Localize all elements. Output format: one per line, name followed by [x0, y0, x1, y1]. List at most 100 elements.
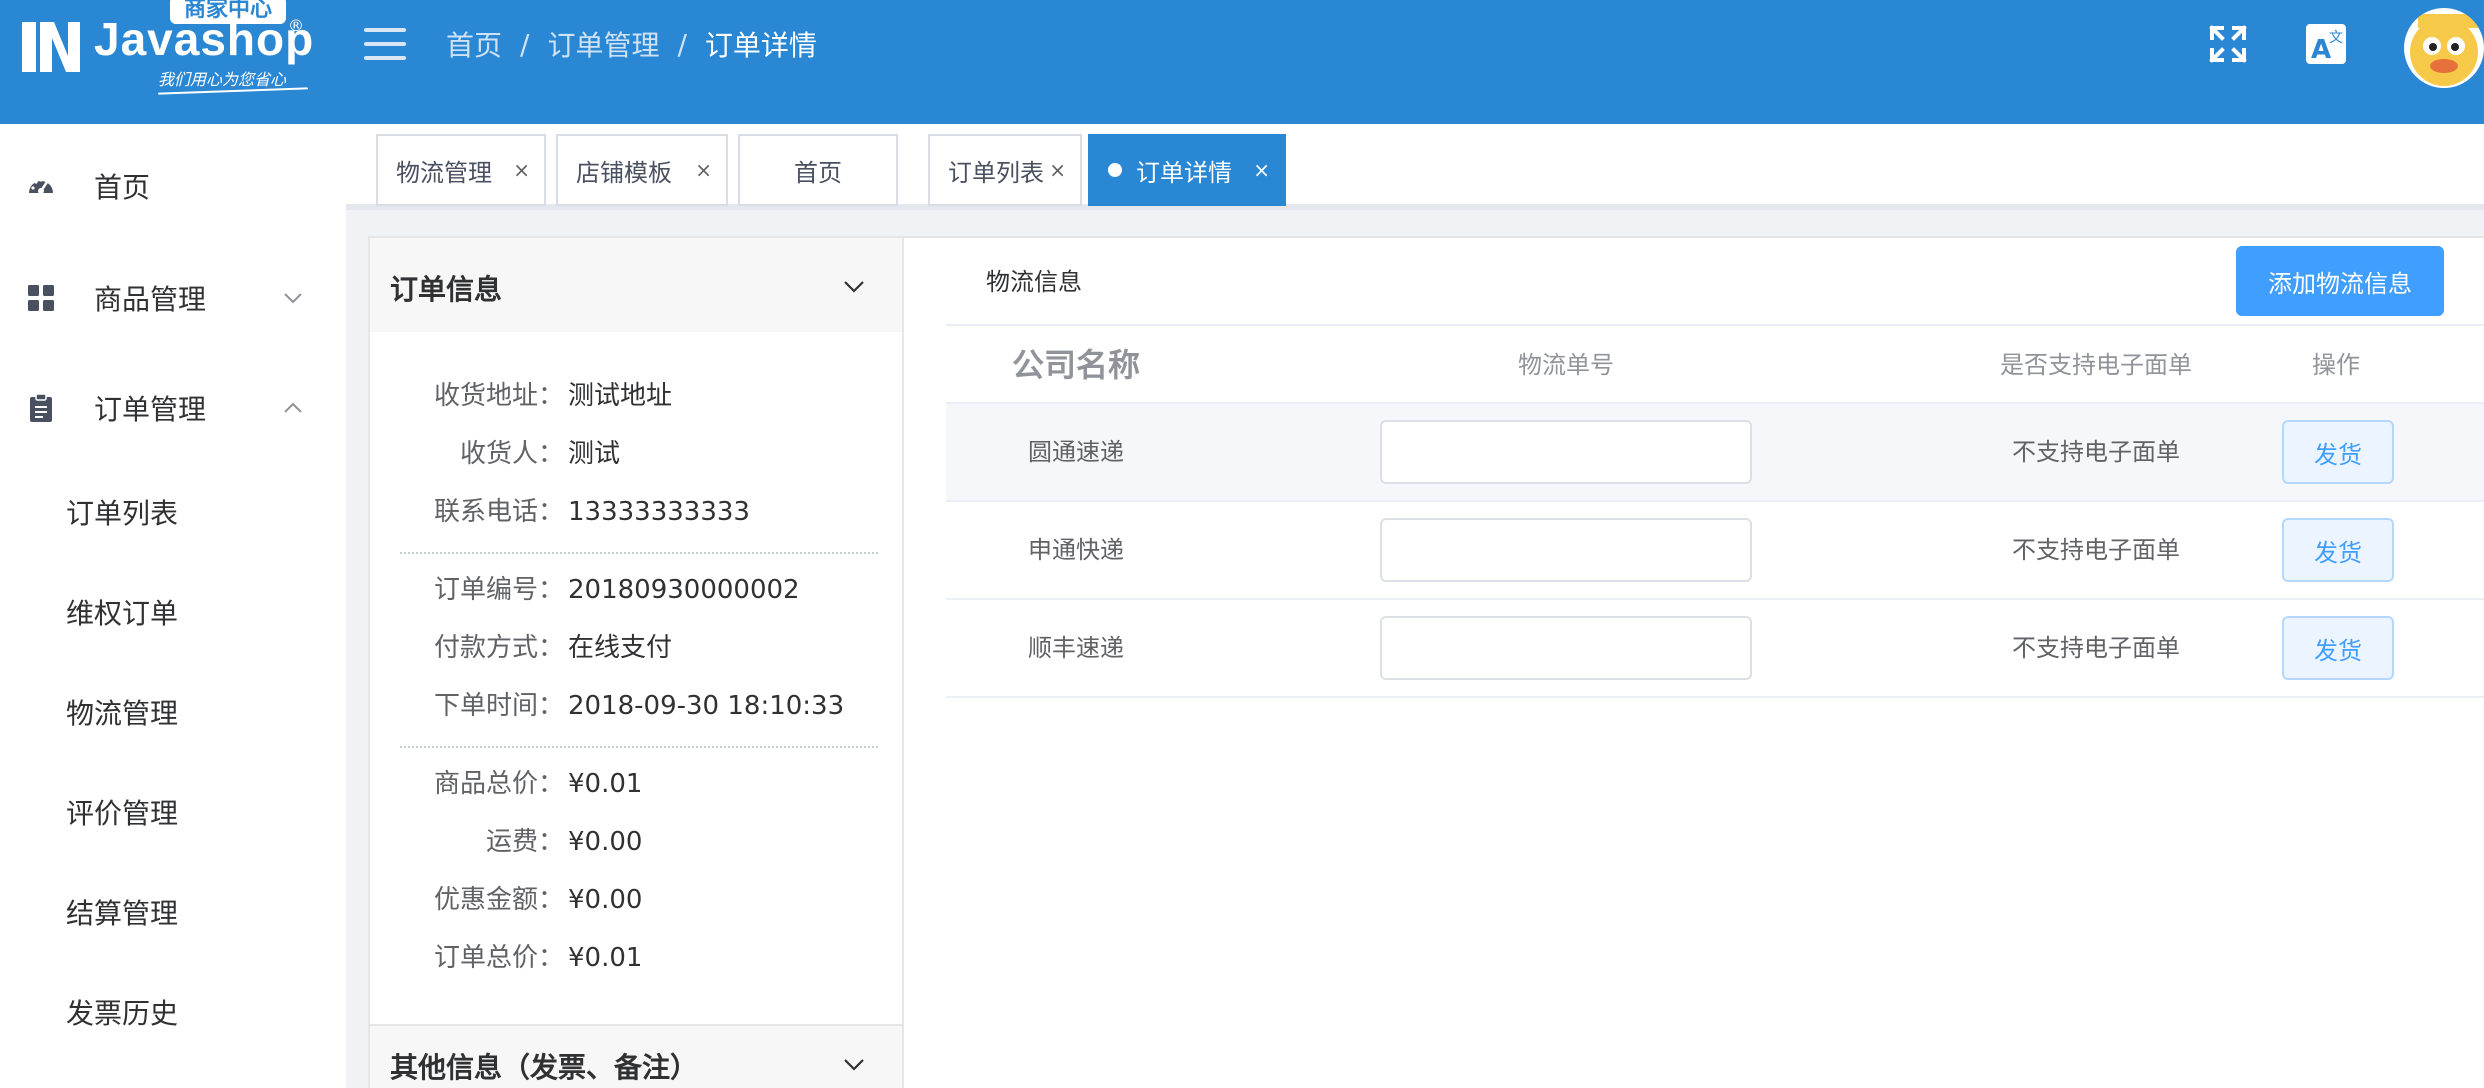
sidebar-item-label: 订单管理 [94, 393, 207, 426]
tab-label: 订单列表 [948, 158, 1044, 187]
column-header-company: 公司名称 [1011, 346, 1140, 384]
close-icon[interactable]: × [1253, 158, 1270, 182]
order-info-panel: 订单信息 收货地址： 测试地址 收货人： 测试 联系电话： 1333333333… [368, 236, 904, 1088]
sidebar-subitem-settlement[interactable]: 结算管理 [66, 884, 178, 944]
cell-company: 顺丰速递 [1028, 634, 1124, 662]
tab-logistics[interactable]: 物流管理 × [376, 134, 546, 206]
sidebar-subitem-rights-orders[interactable]: 维权订单 [66, 584, 178, 644]
info-row-payment: 付款方式： 在线支付 [370, 628, 902, 668]
tab-label: 物流管理 [396, 158, 492, 187]
info-value: 20180930000002 [568, 575, 800, 605]
tab-store-template[interactable]: 店铺模板 × [556, 134, 728, 206]
info-row-consignee: 收货人： 测试 [370, 434, 902, 474]
chevron-down-icon [844, 281, 864, 293]
avatar-duck-icon [2410, 14, 2478, 86]
close-icon[interactable]: × [513, 158, 530, 182]
breadcrumb-separator: / [520, 27, 530, 61]
dashboard-icon [29, 178, 53, 194]
translate-icon[interactable]: A 文 [2302, 20, 2350, 68]
table-header: 公司名称 物流单号 是否支持电子面单 操作 [946, 324, 2484, 404]
column-header-e-sheet: 是否支持电子面单 [2000, 351, 2192, 379]
info-key: 优惠金额： [433, 885, 564, 915]
chevron-down-icon [284, 293, 302, 304]
info-key: 下单时间： [433, 691, 564, 721]
fullscreen-icon[interactable] [2204, 20, 2252, 68]
info-value: 测试地址 [568, 381, 673, 411]
logistics-panel: 物流信息 添加物流信息 公司名称 物流单号 是否支持电子面单 操作 圆通速递 不… [904, 236, 2484, 1088]
ship-button[interactable]: 发货 [2282, 518, 2394, 582]
tab-order-detail[interactable]: 订单详情 × [1088, 134, 1286, 206]
column-header-tracking-no: 物流单号 [1518, 351, 1614, 379]
info-key: 付款方式： [433, 633, 564, 663]
info-row-order-no: 订单编号： 20180930000002 [370, 570, 902, 610]
sidebar-item-goods[interactable]: 商品管理 [0, 258, 346, 338]
info-row-shipping-fee: 运费： ¥0.00 [370, 822, 902, 862]
breadcrumb: 首页 / 订单管理 / 订单详情 [446, 24, 817, 64]
info-key: 订单总价： [433, 943, 564, 973]
sidebar-subitem-reviews[interactable]: 评价管理 [66, 784, 178, 844]
close-icon[interactable]: × [1049, 158, 1066, 182]
info-value: 13333333333 [568, 497, 750, 527]
logistics-title: 物流信息 [986, 268, 1082, 296]
column-header-action: 操作 [2312, 351, 2360, 379]
breadcrumb-separator: / [677, 27, 687, 61]
info-row-order-time: 下单时间： 2018-09-30 18:10:33 [370, 686, 902, 726]
info-row-phone: 联系电话： 13333333333 [370, 492, 902, 532]
tracking-number-input[interactable] [1380, 616, 1752, 680]
divider [400, 746, 878, 748]
info-key: 收货人： [459, 439, 564, 469]
cell-e-sheet: 不支持电子面单 [2012, 438, 2180, 466]
sidebar: 首页 商品管理 订单管理 订单列表 维权订单 物流管理 评价管理 结算管理 发票… [0, 124, 346, 1088]
tracking-number-input[interactable] [1380, 518, 1752, 582]
ship-button[interactable]: 发货 [2282, 616, 2394, 680]
sidebar-item-home[interactable]: 首页 [0, 146, 346, 226]
table-row: 圆通速递 不支持电子面单 发货 [946, 404, 2484, 502]
order-info-header[interactable]: 订单信息 [370, 238, 902, 332]
ship-button[interactable]: 发货 [2282, 420, 2394, 484]
info-value: ¥0.01 [568, 769, 643, 799]
tab-order-list[interactable]: 订单列表 × [928, 134, 1082, 206]
brand-logo[interactable]: 商家中心 Javashop ® 我们用心为您省心 [22, 0, 315, 102]
breadcrumb-orders[interactable]: 订单管理 [547, 24, 659, 64]
tracking-number-input[interactable] [1380, 420, 1752, 484]
divider [400, 552, 878, 554]
clipboard-icon [30, 393, 52, 422]
add-logistics-button[interactable]: 添加物流信息 [2236, 246, 2444, 316]
sidebar-item-orders[interactable]: 订单管理 [0, 368, 346, 448]
breadcrumb-home[interactable]: 首页 [446, 24, 502, 64]
sidebar-item-label: 商品管理 [94, 283, 207, 316]
panel-title: 订单信息 [390, 273, 503, 306]
sidebar-subitem-order-list[interactable]: 订单列表 [66, 484, 178, 544]
sidebar-subitem-logistics[interactable]: 物流管理 [66, 684, 178, 744]
logo-wordmark: Javashop [94, 13, 315, 65]
tab-label: 店铺模板 [576, 158, 672, 187]
logo-slogan: 我们用心为您省心 [158, 70, 287, 89]
info-row-order-total: 订单总价： ¥0.01 [370, 938, 902, 978]
info-key: 运费： [485, 827, 564, 857]
svg-text:文: 文 [2329, 30, 2343, 46]
sidebar-item-label: 首页 [94, 171, 151, 204]
info-row-discount: 优惠金额： ¥0.00 [370, 880, 902, 920]
breadcrumb-current: 订单详情 [704, 29, 817, 62]
cell-company: 圆通速递 [1028, 438, 1124, 466]
sidebar-subitem-invoice-history[interactable]: 发票历史 [66, 984, 178, 1044]
info-value: ¥0.01 [568, 943, 643, 973]
close-icon[interactable]: × [695, 158, 712, 182]
info-value: 在线支付 [568, 633, 673, 663]
info-row-address: 收货地址： 测试地址 [370, 376, 902, 416]
cell-e-sheet: 不支持电子面单 [2012, 536, 2180, 564]
tab-home[interactable]: 首页 [738, 134, 898, 206]
info-value: ¥0.00 [568, 885, 643, 915]
logo-registered: ® [288, 16, 304, 35]
hamburger-menu-icon[interactable] [364, 28, 406, 60]
active-dot-icon [1108, 163, 1122, 177]
other-info-header[interactable]: 其他信息（发票、备注） [370, 1024, 902, 1088]
cell-e-sheet: 不支持电子面单 [2012, 634, 2180, 662]
info-value: ¥0.00 [568, 827, 643, 857]
info-row-goods-total: 商品总价： ¥0.01 [370, 764, 902, 804]
grid-icon [28, 285, 54, 311]
user-avatar[interactable] [2404, 8, 2484, 88]
table-row: 申通快递 不支持电子面单 发货 [946, 502, 2484, 600]
chevron-up-icon [284, 402, 302, 413]
logo-mark-icon [22, 22, 80, 72]
